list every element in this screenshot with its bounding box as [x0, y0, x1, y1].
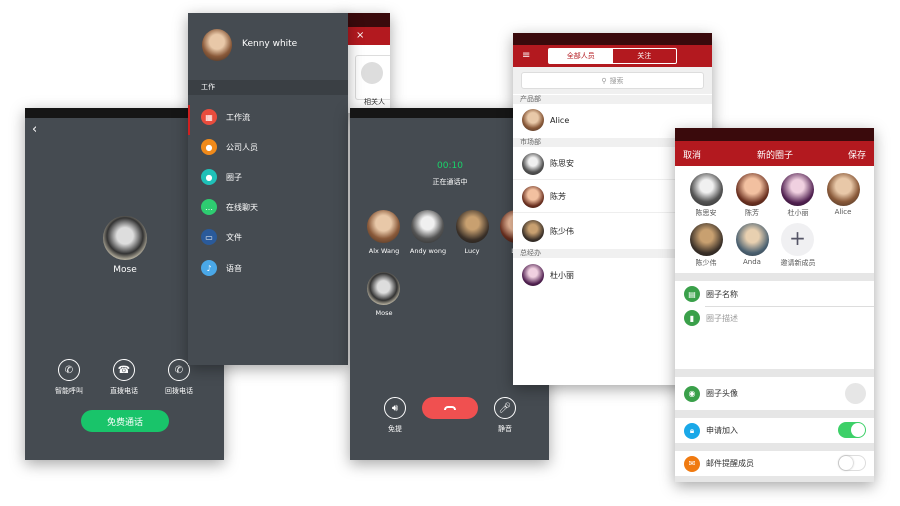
participant-name: Lucy: [464, 247, 480, 255]
participant-avatar: [367, 210, 400, 243]
option-label: 回拨电话: [165, 387, 193, 395]
avatar: [522, 264, 544, 286]
avatar: [103, 216, 147, 260]
member-avatar[interactable]: [736, 173, 769, 206]
file-icon: ▮: [684, 310, 700, 326]
telephone-icon[interactable]: ☎: [113, 359, 135, 381]
email-toggle[interactable]: [838, 455, 866, 471]
avatar: [522, 185, 544, 208]
participant-avatar: [411, 210, 444, 243]
member-name: 陈芳: [745, 209, 759, 217]
member-name: 杜小丽: [787, 209, 809, 217]
circle-name-input[interactable]: ▤ 圈子名称: [675, 282, 874, 306]
phone-callback-icon[interactable]: ✆: [168, 359, 190, 381]
member-avatar[interactable]: [690, 173, 723, 206]
circle-desc-input[interactable]: ▮ 圈子描述: [675, 307, 874, 329]
participant-avatar: [367, 272, 400, 305]
tab-all-staff[interactable]: 全部人员: [549, 49, 613, 63]
new-circle-screen: 取消 新的圈子 保存 陈思安 陈芳 杜小丽 Alice 陈少伟 Anda + 邀…: [675, 128, 874, 482]
mic-icon: ♪: [201, 260, 217, 276]
grid-icon: ▦: [201, 109, 217, 125]
member-name: 陈少伟: [695, 259, 717, 267]
header-bar: ≡ 全部人员 关注: [513, 45, 712, 67]
page-title: 新的圈子: [756, 151, 794, 161]
participant-name: Alx Wang: [368, 247, 400, 255]
speaker-icon[interactable]: 🔊︎: [384, 397, 406, 419]
search-icon: ⚲: [601, 76, 607, 85]
chat-icon: …: [201, 199, 217, 215]
menu-item-voice[interactable]: ♪ 语音: [188, 254, 348, 282]
menu-item-chat[interactable]: … 在线聊天: [188, 193, 348, 221]
user-name: Kenny white: [242, 39, 298, 49]
member-name: 陈思安: [695, 209, 717, 217]
menu-item-circle[interactable]: ● 圈子: [188, 163, 348, 191]
phone-icon[interactable]: ✆: [58, 359, 80, 381]
join-toggle[interactable]: [838, 422, 866, 438]
status-bar: [513, 33, 712, 45]
option-label: 直拨电话: [110, 387, 138, 395]
member-avatar[interactable]: [736, 223, 769, 256]
mail-icon: ✉: [684, 455, 700, 472]
option-label: 智能呼叫: [55, 387, 83, 395]
related-label: 相关人: [364, 98, 385, 106]
search-input[interactable]: ⚲ 搜索: [521, 72, 704, 89]
user-avatar[interactable]: [202, 29, 232, 61]
menu-item-workflow[interactable]: ▦ 工作流: [188, 103, 348, 131]
avatar-placeholder: [845, 383, 866, 404]
mute-icon[interactable]: 🎤︎: [494, 397, 516, 419]
invite-label: 邀请新成员: [780, 259, 816, 267]
hangup-button[interactable]: [422, 397, 478, 419]
plus-icon[interactable]: +: [781, 223, 814, 256]
avatar: [522, 109, 544, 131]
participant-name: Mose: [375, 309, 393, 317]
menu-icon[interactable]: ≡: [522, 51, 530, 61]
free-call-button[interactable]: 免费通话: [81, 410, 169, 432]
close-icon[interactable]: ×: [356, 30, 364, 41]
section-header: 产品部: [513, 95, 712, 104]
member-avatar[interactable]: [827, 173, 860, 206]
join-request-row: 🔒︎ 申请加入: [675, 418, 874, 443]
participant-name: Andy wong: [409, 247, 447, 255]
cancel-button[interactable]: 取消: [683, 148, 701, 161]
member-avatar[interactable]: [781, 173, 814, 206]
menu-item-files[interactable]: ▭ 文件: [188, 223, 348, 251]
group-icon: ●: [201, 169, 217, 185]
chevron-left-icon[interactable]: ‹: [32, 122, 37, 137]
member-avatar[interactable]: [690, 223, 723, 256]
save-button[interactable]: 保存: [848, 148, 866, 161]
call-timer: 00:10: [437, 161, 463, 171]
contact-name: Mose: [113, 265, 137, 275]
lock-icon: 🔒︎: [684, 422, 700, 439]
email-notify-row: ✉ 邮件提醒成员: [675, 451, 874, 476]
speaker-label: 免提: [388, 425, 402, 433]
person-icon: ●: [201, 139, 217, 155]
member-name: Alice: [834, 208, 852, 216]
inbox-icon: ▭: [201, 229, 217, 245]
header-bar: 取消 新的圈子 保存: [675, 141, 874, 166]
mute-label: 静音: [498, 425, 512, 433]
avatar: [522, 220, 544, 242]
call-status: 正在通话中: [432, 178, 468, 186]
circle-avatar-row[interactable]: ◉ 圈子头像: [675, 377, 874, 410]
participant-avatar: [456, 210, 489, 243]
avatar-placeholder: [361, 62, 383, 84]
section-header: 工作: [188, 80, 348, 95]
status-bar: [675, 128, 874, 141]
side-drawer: Kenny white 工作 ▦ 工作流 ● 公司人员 ● 圈子 … 在线聊天 ▭ 文件 …: [188, 13, 348, 365]
menu-item-staff[interactable]: ● 公司人员: [188, 133, 348, 161]
document-icon: ▤: [684, 286, 700, 302]
member-name: Anda: [743, 258, 761, 266]
hangup-icon: [444, 406, 456, 410]
avatar: [522, 152, 544, 175]
camera-icon: ◉: [684, 385, 700, 402]
tab-following[interactable]: 关注: [613, 49, 677, 63]
